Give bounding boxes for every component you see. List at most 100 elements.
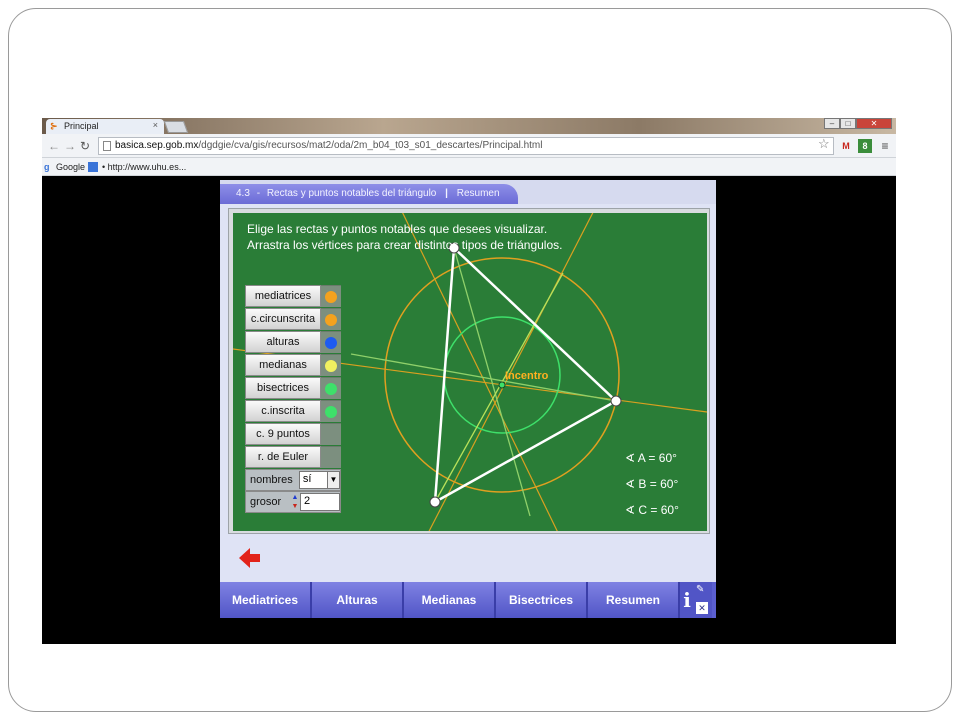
window-controls: – □ ✕ [824,118,892,130]
toggle-inscrita-button[interactable]: c.inscrita [245,400,321,422]
tab-bar: ⊱ Principal × – □ ✕ [42,118,896,134]
angle-b-name: B [638,477,647,491]
angle-b-value: 60° [660,477,679,491]
extension-icon[interactable]: 8 [858,139,872,153]
angle-a-value: 60° [658,451,677,465]
header-separator: | [445,188,448,199]
close-icon[interactable]: ✕ [696,602,708,614]
angle-readouts: ∢ A = 60° ∢ B = 60° ∢ C = 60° [625,451,679,529]
options-panel: mediatrices c.circunscrita alturas media… [245,285,341,513]
tools-area: ✎ ✕ [694,582,712,618]
bookmark-google[interactable]: Google [56,162,85,172]
color-cell [321,354,341,376]
angle-b: ∢ B = 60° [625,477,679,491]
panel-row: c. 9 puntos [245,423,341,446]
lesson-title: Rectas y puntos notables del triángulo [266,188,437,199]
decrement-icon[interactable]: ▼ [290,502,300,511]
grosor-label: grosor [250,496,282,508]
page-content: 4.3 - Rectas y puntos notables del trián… [42,176,896,644]
new-tab-button[interactable] [163,121,189,133]
incentro-label: Incentro [505,370,549,382]
panel-row: bisectrices [245,377,341,400]
color-dot [325,291,337,303]
increment-icon[interactable]: ▲ [290,493,300,502]
bookmark-star-icon[interactable]: ☆ [818,136,830,152]
menu-icon[interactable]: ≡ [878,139,892,153]
toggle-alturas-button[interactable]: alturas [245,331,321,353]
forward-nav-icon[interactable]: → [64,139,76,153]
grosor-row: grosor ▲ ▼ 2 [245,491,341,513]
instruction-line-1: Elige las rectas y puntos notables que d… [247,222,548,236]
toggle-9-puntos-button[interactable]: c. 9 puntos [245,423,321,445]
angle-a: ∢ A = 60° [625,451,677,465]
color-dot [325,406,337,418]
url-host: basica.sep.gob.mx [115,140,199,151]
descartes-applet: 4.3 - Rectas y puntos notables del trián… [220,180,716,644]
toggle-mediatrices-button[interactable]: mediatrices [245,285,321,307]
url-path: /dgdgie/cva/gis/recursos/mat2/oda/2m_b04… [198,140,543,151]
close-tab-icon[interactable]: × [153,120,158,130]
bookmark-uhu[interactable]: • http://www.uhu.es... [102,162,186,172]
grosor-spinner[interactable]: ▲ ▼ [290,493,300,512]
panel-row: c.circunscrita [245,308,341,331]
browser-screenshot: ⊱ Principal × – □ ✕ ← → ↻ basica.sep.gob… [42,118,896,644]
angle-a-name: A [637,451,646,465]
descartes-favicon-icon: ⊱ [50,121,58,131]
dropdown-arrow-icon[interactable]: ▼ [327,472,339,488]
color-dot [325,383,337,395]
toggle-euler-button[interactable]: r. de Euler [245,446,321,468]
toggle-medianas-button[interactable]: medianas [245,354,321,376]
lesson-number: 4.3 [236,188,250,199]
nombres-select[interactable]: sí ▼ [298,471,340,489]
angle-icon: ∢ [625,503,639,517]
header-resumen-link[interactable]: Resumen [457,188,500,199]
toggle-circunscrita-button[interactable]: c.circunscrita [245,308,321,330]
menu-mediatrices-button[interactable]: Mediatrices [220,582,312,618]
instructions: Elige las rectas y puntos notables que d… [247,221,562,253]
maximize-button[interactable]: □ [840,118,856,129]
color-cell [321,285,341,307]
panel-row: medianas [245,354,341,377]
angle-c-value: 60° [660,503,679,517]
bisectriz-line [350,353,617,402]
bookmarks-bar: g Google • http://www.uhu.es... [42,158,896,176]
bisectriz-line [453,247,531,517]
panel-row: alturas [245,331,341,354]
menu-bisectrices-button[interactable]: Bisectrices [496,582,588,618]
reload-icon[interactable]: ↻ [80,139,90,153]
browser-toolbar: ← → ↻ basica.sep.gob.mx/dgdgie/cva/gis/r… [42,134,896,158]
color-dot [325,360,337,372]
angle-c-name: C [638,503,648,517]
menu-medianas-button[interactable]: Medianas [404,582,496,618]
applet-header: 4.3 - Rectas y puntos notables del trián… [220,180,716,204]
geometry-scene[interactable]: Incentro Elige las rectas y puntos notab… [233,213,707,531]
back-nav-icon[interactable]: ← [48,139,60,153]
gmail-extension-icon[interactable]: M [839,139,853,153]
header-title-tab: 4.3 - Rectas y puntos notables del trián… [220,184,518,204]
menu-resumen-button[interactable]: Resumen [588,582,680,618]
grosor-input[interactable]: 2 [300,493,340,511]
browser-tab[interactable]: ⊱ Principal × [46,119,164,134]
nombres-label: nombres [250,474,293,486]
address-bar[interactable]: basica.sep.gob.mx/dgdgie/cva/gis/recurso… [98,137,834,155]
angle-icon: ∢ [625,477,639,491]
color-cell [321,423,341,445]
panel-row: r. de Euler [245,446,341,469]
vertex-c[interactable] [429,496,441,508]
close-window-button[interactable]: ✕ [856,118,892,129]
toggle-bisectrices-button[interactable]: bisectrices [245,377,321,399]
panel-row: mediatrices [245,285,341,308]
info-button[interactable]: i [680,582,694,618]
color-cell [321,331,341,353]
vertex-b[interactable] [610,395,622,407]
incentro-point [498,381,506,389]
nombres-value: sí [302,473,312,485]
color-cell [321,308,341,330]
header-dash: - [256,188,261,199]
minimize-button[interactable]: – [824,118,840,129]
tab-title: Principal [64,121,99,131]
tools-icon[interactable]: ✎ [696,584,704,595]
menu-alturas-button[interactable]: Alturas [312,582,404,618]
bottom-menu: Mediatrices Alturas Medianas Bisectrices… [220,582,716,618]
back-arrow-icon[interactable] [238,546,262,570]
